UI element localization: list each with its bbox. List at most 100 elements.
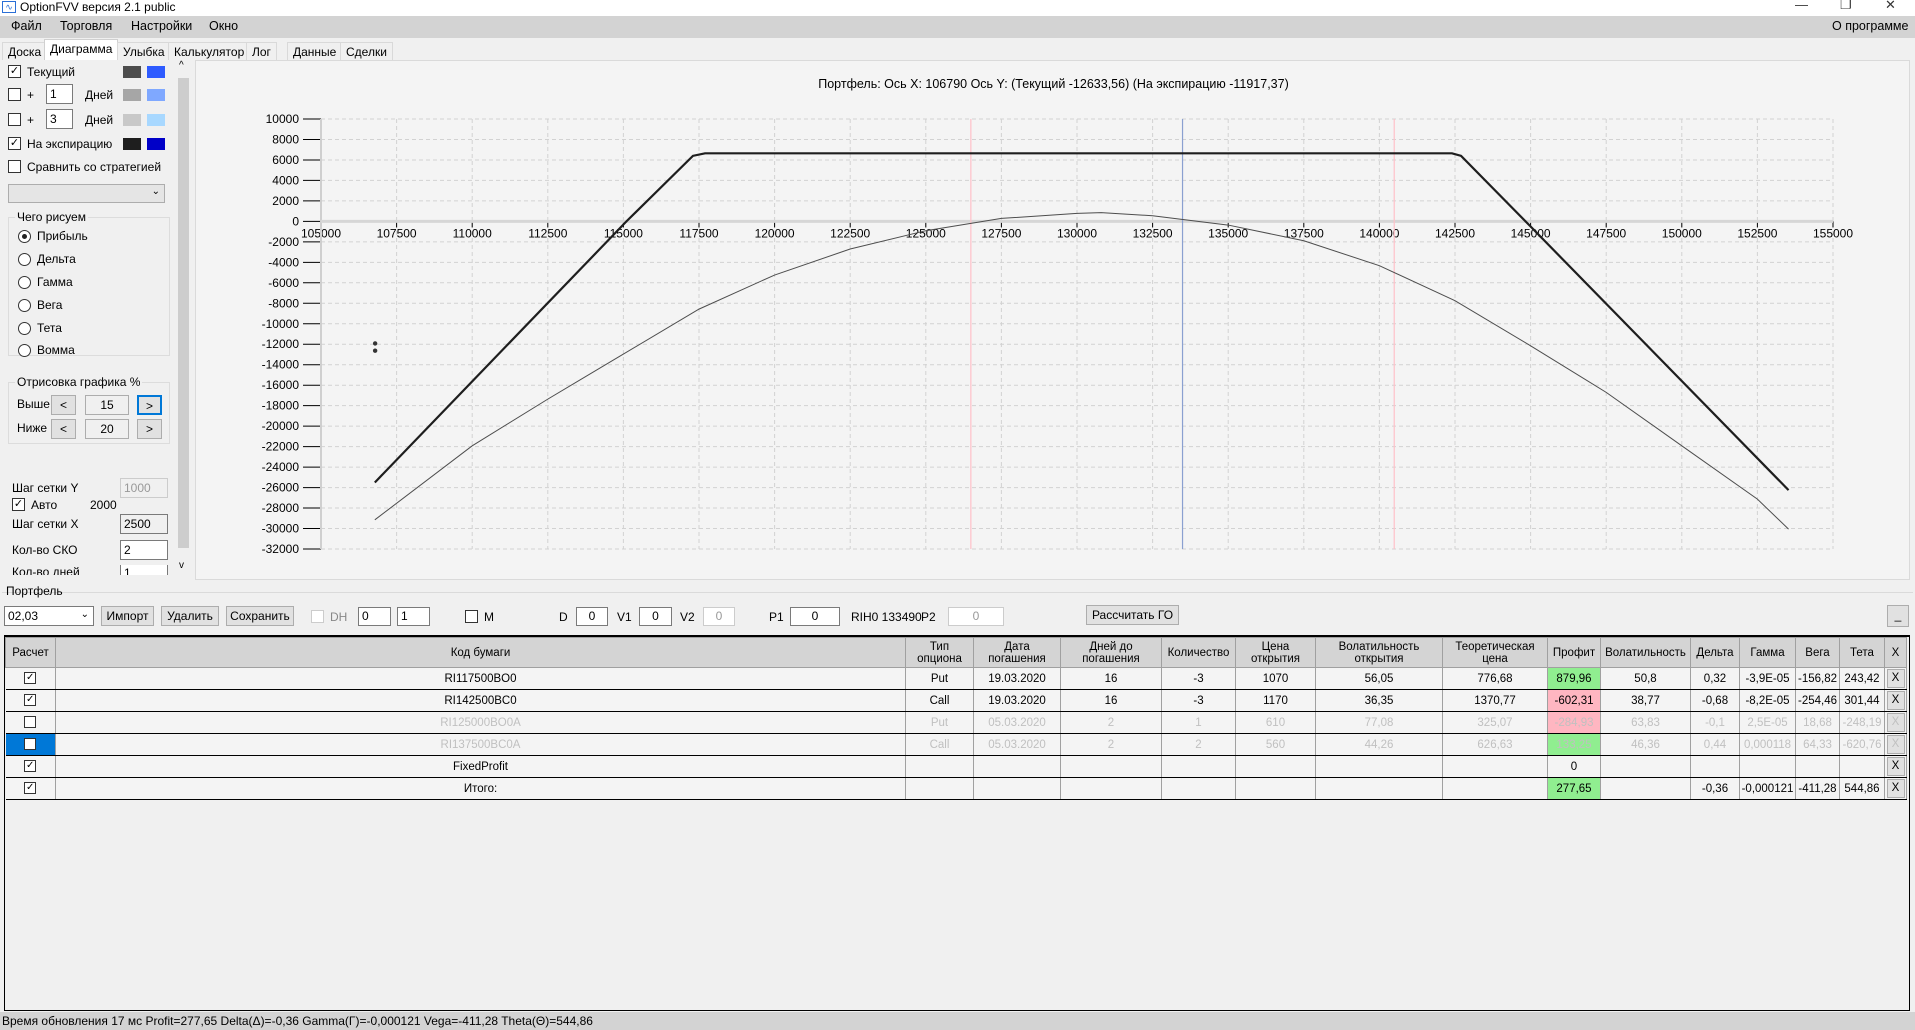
radio-gamma[interactable] xyxy=(18,276,31,289)
table-cell[interactable] xyxy=(1739,755,1796,778)
radio-vega[interactable] xyxy=(18,299,31,312)
table-cell[interactable] xyxy=(1161,755,1236,778)
column-header[interactable]: Профит xyxy=(1547,637,1601,668)
column-header[interactable]: Волатильность открытия xyxy=(1315,637,1443,668)
table-cell[interactable]: -284,93 xyxy=(1547,711,1601,734)
column-header[interactable]: Код бумаги xyxy=(55,637,906,668)
table-cell[interactable] xyxy=(1060,755,1162,778)
table-cell[interactable]: -8,2E-05 xyxy=(1739,689,1796,712)
table-cell[interactable]: 301,44 xyxy=(1839,689,1885,712)
column-header[interactable]: Волатильность xyxy=(1600,637,1691,668)
tab-deals[interactable]: Сделки xyxy=(340,42,393,60)
menu-about[interactable]: О программе xyxy=(1832,19,1908,33)
table-cell[interactable]: 16 xyxy=(1060,667,1162,690)
table-cell[interactable] xyxy=(973,777,1061,800)
column-header[interactable]: Тета xyxy=(1839,637,1885,668)
calc-checkbox[interactable]: ✓ xyxy=(24,782,37,795)
table-cell[interactable] xyxy=(1690,755,1740,778)
calc-cell[interactable]: ✓ xyxy=(5,777,56,800)
table-cell[interactable]: 05.03.2020 xyxy=(973,733,1061,756)
below-increase-button[interactable]: > xyxy=(137,419,162,439)
table-cell[interactable]: 77,08 xyxy=(1315,711,1443,734)
plus3-days-input[interactable]: 3 xyxy=(46,109,73,129)
calc-cell[interactable] xyxy=(5,733,56,756)
column-header[interactable]: Расчет xyxy=(5,637,56,668)
table-row[interactable]: RI137500BC0A Call 05.03.2020 2 2 560 44,26 626,… xyxy=(5,733,1907,756)
column-header[interactable]: Вега xyxy=(1795,637,1840,668)
table-cell[interactable]: 64,33 xyxy=(1795,733,1840,756)
table-row[interactable]: RI125000BO0A Put 05.03.2020 2 1 610 77,08 325,0… xyxy=(5,711,1907,734)
tab-data[interactable]: Данные xyxy=(287,42,343,60)
menu-file[interactable]: Файл xyxy=(11,19,42,33)
table-cell[interactable]: Put xyxy=(905,711,974,734)
column-header[interactable]: X xyxy=(1884,637,1907,668)
portfolio-minimize-button[interactable]: _ xyxy=(1887,605,1909,627)
table-cell[interactable]: 2 xyxy=(1060,733,1162,756)
d-input[interactable]: 0 xyxy=(576,607,608,626)
table-cell[interactable]: 46,36 xyxy=(1600,733,1691,756)
table-cell[interactable]: -248,19 xyxy=(1839,711,1885,734)
calc-checkbox[interactable] xyxy=(24,716,37,729)
m-checkbox[interactable] xyxy=(465,610,478,623)
above-decrease-button[interactable]: < xyxy=(51,395,76,415)
table-cell[interactable]: FixedProfit xyxy=(55,755,906,778)
table-row[interactable]: ✓ Итого: 277,65 -0,36 -0,000121 -411,28 544,86… xyxy=(5,777,1907,800)
dh-checkbox[interactable] xyxy=(311,610,324,623)
maximize-icon[interactable]: ❐ xyxy=(1840,0,1852,13)
table-cell[interactable]: 325,07 xyxy=(1442,711,1548,734)
table-cell[interactable]: 133,25 xyxy=(1547,733,1601,756)
table-cell[interactable]: -156,82 xyxy=(1795,667,1840,690)
table-cell[interactable]: 2 xyxy=(1161,733,1236,756)
scroll-down-icon[interactable]: v xyxy=(179,560,184,571)
radio-vomma[interactable] xyxy=(18,344,31,357)
column-header[interactable]: Дней до погашения xyxy=(1060,637,1162,668)
plus1-checkbox[interactable] xyxy=(8,88,21,101)
table-row[interactable]: ✓ FixedProfit 0 X xyxy=(5,755,1907,778)
p2-input[interactable]: 0 xyxy=(948,607,1004,626)
table-cell[interactable] xyxy=(1060,777,1162,800)
grid-y-input[interactable]: 1000 xyxy=(120,478,168,498)
minimize-icon[interactable]: — xyxy=(1795,0,1808,12)
p1-input[interactable]: 0 xyxy=(790,607,840,626)
table-cell[interactable]: -411,28 xyxy=(1795,777,1840,800)
table-cell[interactable]: 560 xyxy=(1235,733,1316,756)
table-cell[interactable]: RI142500BC0 xyxy=(55,689,906,712)
table-cell[interactable]: 544,86 xyxy=(1839,777,1885,800)
table-cell[interactable]: 1 xyxy=(1161,711,1236,734)
table-cell[interactable] xyxy=(1161,777,1236,800)
plus3-checkbox[interactable] xyxy=(8,113,21,126)
column-header[interactable]: Теоретическая цена xyxy=(1442,637,1548,668)
table-cell[interactable]: 243,42 xyxy=(1839,667,1885,690)
table-cell[interactable]: 63,83 xyxy=(1600,711,1691,734)
table-cell[interactable]: -0,1 xyxy=(1690,711,1740,734)
table-cell[interactable] xyxy=(1442,755,1548,778)
table-cell[interactable]: -254,46 xyxy=(1795,689,1840,712)
expiration-color-swatch-2[interactable] xyxy=(147,138,165,150)
table-cell[interactable] xyxy=(1600,755,1691,778)
table-cell[interactable]: -3,9E-05 xyxy=(1739,667,1796,690)
table-cell[interactable]: RI125000BO0A xyxy=(55,711,906,734)
table-cell[interactable]: 1070 xyxy=(1235,667,1316,690)
save-button[interactable]: Сохранить xyxy=(226,606,294,626)
table-cell[interactable]: 2,5E-05 xyxy=(1739,711,1796,734)
above-value[interactable]: 15 xyxy=(85,395,129,415)
table-cell[interactable]: -3 xyxy=(1161,667,1236,690)
delete-row-button[interactable]: X xyxy=(1886,779,1905,798)
table-cell[interactable]: 16 xyxy=(1060,689,1162,712)
delete-row-button[interactable]: X xyxy=(1886,669,1905,688)
table-cell[interactable]: 879,96 xyxy=(1547,667,1601,690)
table-cell[interactable] xyxy=(1235,777,1316,800)
table-cell[interactable]: -0,000121 xyxy=(1739,777,1796,800)
table-cell[interactable]: 56,05 xyxy=(1315,667,1443,690)
tab-smile[interactable]: Улыбка xyxy=(117,42,171,60)
calc-cell[interactable]: ✓ xyxy=(5,755,56,778)
table-row[interactable]: ✓ RI117500BO0 Put 19.03.2020 16 -3 1070 56,05 77… xyxy=(5,667,1907,690)
delete-row-button[interactable]: X xyxy=(1886,735,1905,754)
expiration-checkbox[interactable]: ✓ xyxy=(8,137,21,150)
table-cell[interactable]: 0,44 xyxy=(1690,733,1740,756)
table-cell[interactable]: 2 xyxy=(1060,711,1162,734)
table-cell[interactable]: RI117500BO0 xyxy=(55,667,906,690)
table-cell[interactable] xyxy=(1839,755,1885,778)
table-cell[interactable]: RI137500BC0A xyxy=(55,733,906,756)
delete-row-button[interactable]: X xyxy=(1886,713,1905,732)
